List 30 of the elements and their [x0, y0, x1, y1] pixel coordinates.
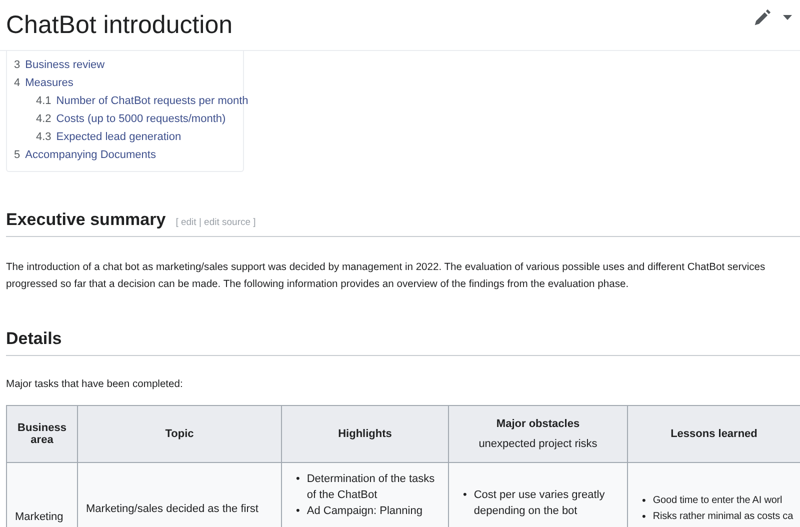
list-item-text: Cost per use varies greatly depending on the bot: [474, 488, 606, 519]
toc-link[interactable]: 4 Measures: [14, 74, 74, 92]
dropdown-caret-icon[interactable]: [783, 14, 792, 20]
section-heading: Details: [6, 329, 62, 349]
intro-paragraph: Major tasks that have been completed:: [6, 378, 184, 392]
bullet: •: [296, 472, 300, 487]
page-title: ChatBot introduction: [6, 10, 233, 40]
column-header: Highlights: [282, 406, 448, 462]
bullet: •: [642, 494, 646, 509]
toc-link[interactable]: 3 Business review: [14, 56, 105, 74]
bullet: •: [463, 488, 467, 503]
bullet: •: [296, 504, 300, 519]
list-item-text: Determination of the tasks of the ChatBot: [306, 472, 436, 503]
section-heading: Executive summary: [6, 210, 166, 230]
list-item-text: Ad Campaign: Planning: [306, 504, 422, 519]
toc-link[interactable]: 4.2 Costs (up to 5000 requests/month): [36, 110, 226, 128]
toc-link[interactable]: 5 Accompanying Documents: [14, 146, 156, 164]
list-item-text: Risks rather minimal as costs ca: [652, 510, 794, 524]
toc-link[interactable]: 4.3 Expected lead generation: [36, 128, 182, 146]
bullet: •: [642, 510, 646, 525]
toc-link[interactable]: 4.1 Number of ChatBot requests per month: [36, 92, 248, 110]
column-header: Business area: [6, 406, 78, 462]
column-header: Topic: [78, 406, 282, 462]
list-item-text: Good time to enter the AI worl: [652, 494, 782, 508]
table-cell: Marketing/sales decided as the first: [78, 462, 282, 527]
column-header: Lessons learned: [628, 406, 800, 462]
edit-pencil-icon[interactable]: [754, 8, 771, 26]
column-header: Major obstacles unexpected project risks: [448, 406, 628, 462]
table-cell: Marketing: [6, 462, 78, 527]
summary-paragraph: The introduction of a chat bot as marketing/sales support was decided by management in 2022. The evaluation of various possible uses and different ChatBot services progressed so far that a decision can be made. The following information provides an overview of the findings from the evaluation phase.: [6, 261, 766, 292]
